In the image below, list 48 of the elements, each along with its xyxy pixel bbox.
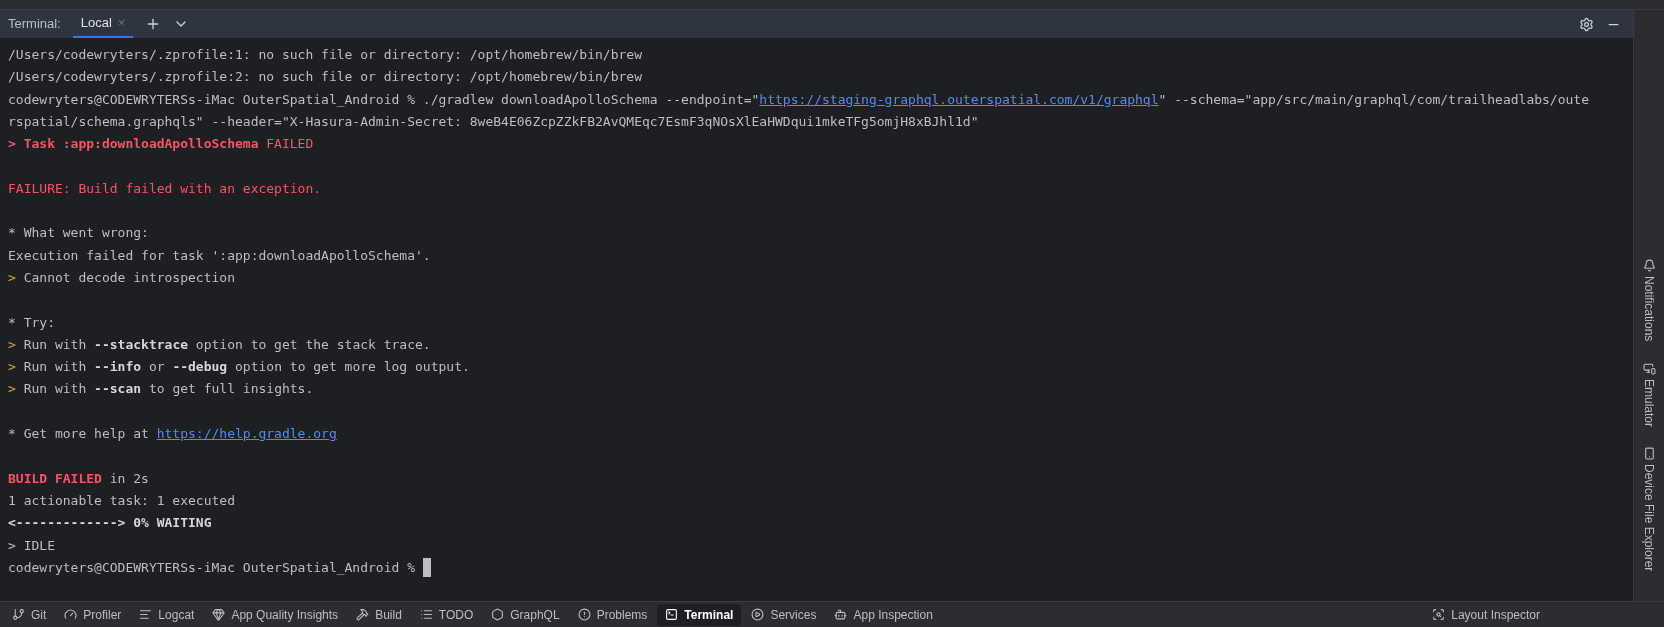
tab-label: Local (80, 14, 112, 33)
panel-title: Terminal: (8, 15, 61, 34)
tool-window-button[interactable]: GraphQL (483, 603, 568, 626)
terminal-line: > Task :app:downloadApolloSchema FAILED (8, 135, 314, 154)
terminal-line: * Get more help at https://help.gradle.org (8, 425, 337, 444)
link[interactable]: https://help.gradle.org (156, 426, 337, 442)
tool-window-button[interactable]: Build (348, 603, 410, 626)
terminal-line: > Run with --stacktrace option to get the stack trace. (8, 335, 431, 354)
terminal-line: codewryters@CODEWRYTERSs-iMac OuterSpatial_Android % (8, 558, 415, 577)
problems-icon (577, 608, 591, 621)
terminal-icon (665, 608, 679, 621)
tool-window-button[interactable]: Services (743, 603, 825, 626)
terminal-line: BUILD FAILED in 2s (8, 469, 149, 488)
terminal-line: > Run with --info or --debug option to get more log output. (8, 358, 470, 377)
terminal-line: FAILURE: Build failed with an exception. (8, 179, 322, 198)
side-tool-button[interactable]: Emulator (1640, 361, 1658, 427)
terminal-line: 1 actionable task: 1 executed (8, 491, 235, 510)
terminal-line: <-------------> 0% WAITING (8, 514, 212, 533)
terminal-line: Execution failed for task ':app:downloadApolloSchema'. (8, 246, 431, 265)
tool-window-button[interactable]: Logcat (131, 603, 203, 626)
devices-icon (1642, 361, 1656, 375)
tool-window-button[interactable]: App Inspection (826, 603, 941, 626)
terminal-line: > Cannot decode introspection (8, 268, 235, 287)
tool-window-button[interactable]: Git (4, 603, 55, 626)
text-cursor (423, 558, 431, 578)
tool-window-button[interactable]: App Quality Insights (204, 603, 347, 626)
phone-icon (1642, 446, 1656, 460)
terminal-line: /Users/codewryters/.zprofile:2: no such file or directory: /opt/homebrew/bin/brew (8, 68, 642, 87)
tool-window-button[interactable]: Problems (569, 603, 656, 626)
terminal-line: /Users/codewryters/.zprofile:1: no such file or directory: /opt/homebrew/bin/brew (8, 46, 642, 64)
terminal-line: > IDLE (8, 536, 55, 555)
todo-icon (419, 608, 433, 621)
bell-icon (1642, 259, 1656, 273)
link[interactable]: https://staging-graphql.outerspatial.com/v1/graphql (759, 91, 1159, 107)
terminal-line: * Try: (8, 313, 55, 332)
tool-window-button[interactable]: Terminal (657, 603, 742, 626)
terminal-line: codewryters@CODEWRYTERSs-iMac OuterSpatial_Android % ./gradlew downloadApolloSchema --endpoint="https://staging-graphql.outerspatial.com/v1/graphql" --schema="app/src/main/graphql/com/trailheadlabs/oute (8, 90, 1589, 109)
terminal-line: * What went wrong: (8, 224, 149, 243)
terminal-tab[interactable]: Local × (72, 10, 134, 38)
tool-window-button[interactable]: Profiler (56, 603, 130, 626)
terminal-line: rspatial/schema.graphqls" --header="X-Hasura-Admin-Secret: 8weB4E06ZcpZZkFB2AvQMEqc7EsmF3qNOsXlEaHWDqui1mkeTFg5omjH8xBJhl1d" (8, 112, 979, 131)
git-icon (12, 608, 25, 621)
side-tool-button[interactable]: Device File Explorer (1640, 446, 1658, 571)
settings-icon[interactable] (1579, 16, 1594, 32)
tool-window-button[interactable]: TODO (411, 603, 482, 626)
terminal-line: > Run with --scan to get full insights. (8, 380, 314, 399)
side-tool-button[interactable]: Notifications (1640, 259, 1658, 342)
tool-window-button[interactable]: Layout Inspector (1424, 603, 1548, 626)
